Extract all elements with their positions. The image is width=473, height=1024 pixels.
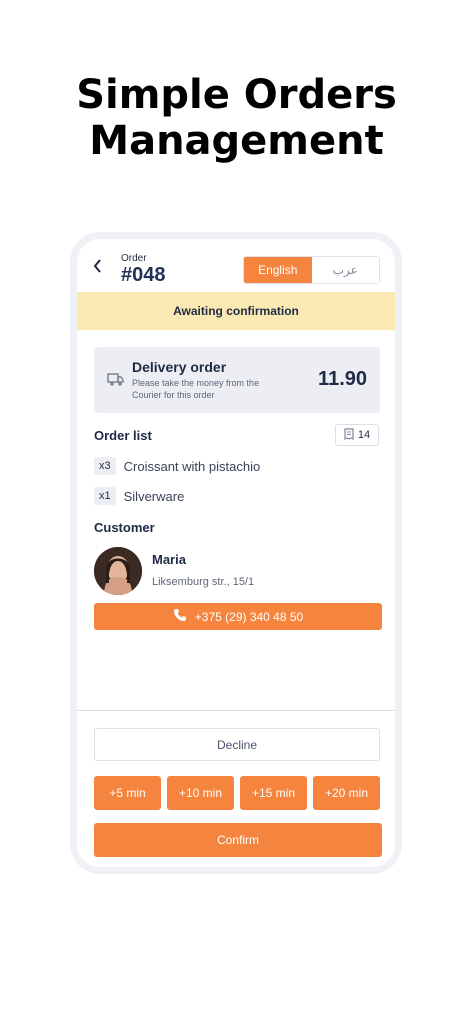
item-name: Silverware [123,488,185,504]
confirm-button[interactable]: Confirm [94,823,382,857]
back-arrow-icon[interactable] [93,259,105,275]
item-quantity: x1 [94,487,116,505]
divider [77,710,395,711]
delivery-note: Please take the money from the Courier f… [132,378,260,400]
phone-icon [173,608,187,625]
add-20-min-button[interactable]: +20 min [313,776,380,810]
promo-headline-line2: Management [89,118,384,164]
promo-headline-line1: Simple Orders [76,72,397,118]
customer-phone: +375 (29) 340 48 50 [194,609,304,624]
time-options: +5 min +10 min +15 min +20 min [94,776,380,810]
customer-address: Liksemburg str., 15/1 [152,576,255,588]
customer-name: Maria [152,552,186,567]
order-item: x1 Silverware [94,487,184,505]
add-15-min-button[interactable]: +15 min [240,776,307,810]
language-option-arabic[interactable]: عرب [311,257,379,283]
language-switch: English عرب [243,256,380,284]
language-option-english[interactable]: English [244,257,312,283]
add-10-min-button[interactable]: +10 min [167,776,234,810]
delivery-card: Delivery order Please take the money fro… [94,347,380,413]
promo-headline: Simple Orders Management [0,72,473,164]
status-banner: Awaiting confirmation [77,292,395,330]
receipt-count: 14 [357,429,371,441]
customer-avatar [94,547,142,595]
decline-button[interactable]: Decline [94,728,380,761]
order-total: 11.90 [318,368,367,390]
delivery-truck-icon [107,371,125,389]
item-name: Croissant with pistachio [123,458,261,474]
item-quantity: x3 [94,457,116,475]
order-item: x3 Croissant with pistachio [94,457,260,475]
order-label: Order [121,253,147,264]
order-number: #048 [121,264,166,286]
receipt-icon [344,427,354,443]
customer-title: Customer [94,520,155,535]
order-list-title: Order list [94,428,152,443]
receipt-button[interactable]: 14 [335,424,379,446]
call-customer-button[interactable]: +375 (29) 340 48 50 [94,603,382,630]
delivery-title: Delivery order [132,359,227,375]
app-screen: Order #048 English عرب Awaiting confirma… [77,239,395,867]
phone-frame: Order #048 English عرب Awaiting confirma… [70,232,402,874]
top-bar: Order #048 English عرب [77,239,395,292]
add-5-min-button[interactable]: +5 min [94,776,161,810]
